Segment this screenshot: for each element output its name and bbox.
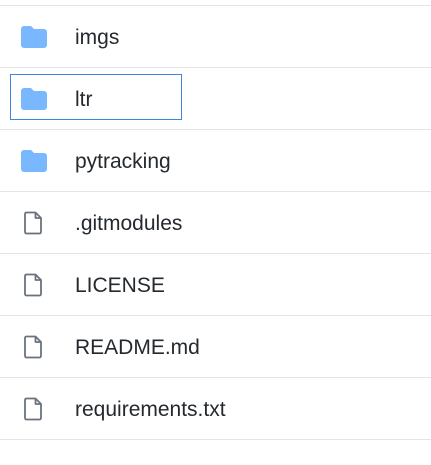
file-name[interactable]: pytracking: [75, 150, 171, 174]
file-icon: [20, 397, 48, 421]
file-name[interactable]: ltr: [75, 88, 93, 112]
file-row-ltr[interactable]: ltr: [0, 68, 431, 130]
folder-icon: [20, 25, 48, 49]
file-row-gitmodules[interactable]: .gitmodules: [0, 192, 431, 254]
file-name[interactable]: imgs: [75, 26, 119, 50]
file-name[interactable]: .gitmodules: [75, 212, 182, 236]
file-row-license[interactable]: LICENSE: [0, 254, 431, 316]
file-name[interactable]: README.md: [75, 336, 200, 360]
file-icon: [20, 273, 48, 297]
file-row-readme[interactable]: README.md: [0, 316, 431, 378]
folder-icon: [20, 149, 48, 173]
file-row-imgs[interactable]: imgs: [0, 6, 431, 68]
file-icon: [20, 211, 48, 235]
file-row-requirements[interactable]: requirements.txt: [0, 378, 431, 440]
file-name[interactable]: requirements.txt: [75, 398, 226, 422]
folder-icon: [20, 87, 48, 111]
file-name[interactable]: LICENSE: [75, 274, 165, 298]
file-row-pytracking[interactable]: pytracking: [0, 130, 431, 192]
file-list: imgs ltr pytracking .gitmodules LICENSE …: [0, 0, 431, 465]
file-icon: [20, 335, 48, 359]
